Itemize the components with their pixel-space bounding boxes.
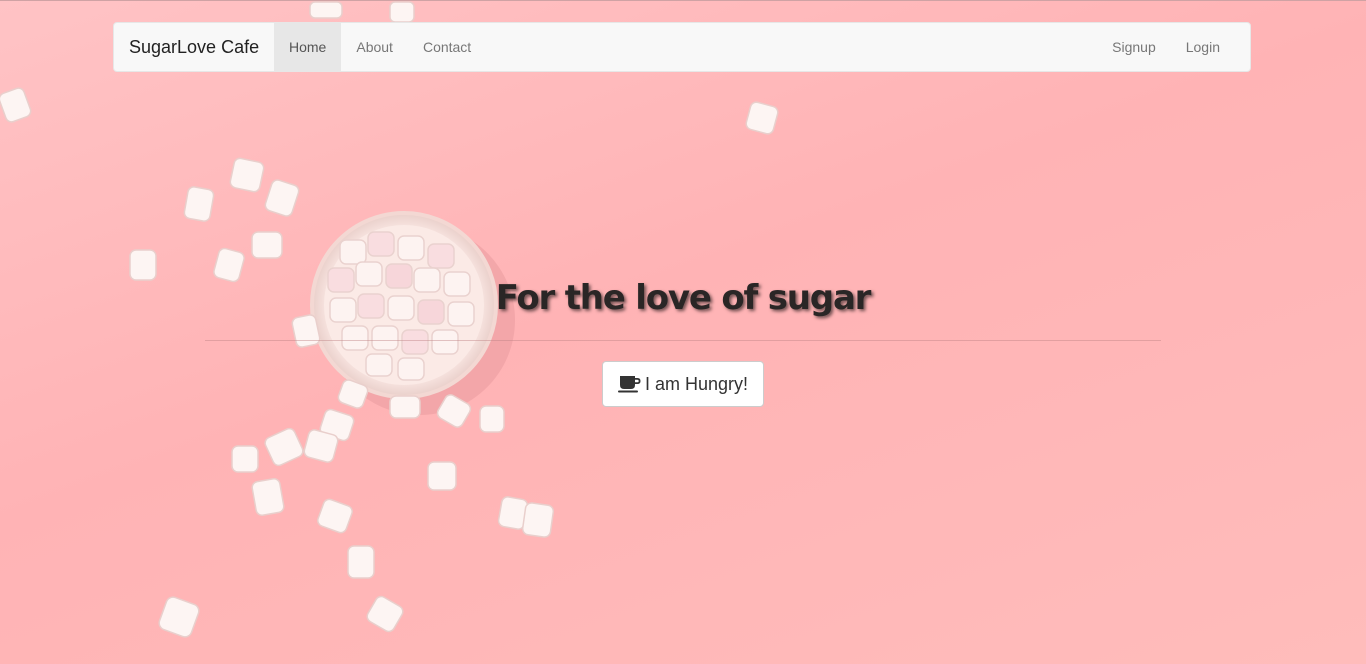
nav-item-contact[interactable]: Contact	[408, 23, 486, 71]
hungry-button[interactable]: I am Hungry!	[602, 361, 764, 407]
nav-item-about[interactable]: About	[341, 23, 408, 71]
nav-item-signup[interactable]: Signup	[1097, 23, 1171, 71]
hero-title: For the love of sugar	[495, 278, 872, 318]
nav-left-menu: Home About Contact	[274, 23, 486, 71]
top-border-line	[0, 0, 1366, 1]
coffee-cup-icon	[617, 374, 642, 394]
main-navbar: SugarLove Cafe Home About Contact Signup…	[113, 22, 1251, 72]
hero-divider	[205, 340, 1161, 341]
marshmallow-background-image	[0, 1, 779, 638]
nav-item-home[interactable]: Home	[274, 23, 342, 71]
brand-link[interactable]: SugarLove Cafe	[129, 23, 259, 71]
nav-right-menu: Signup Login	[1097, 23, 1235, 71]
hungry-button-label: I am Hungry!	[644, 373, 749, 394]
nav-item-login[interactable]: Login	[1171, 23, 1235, 71]
